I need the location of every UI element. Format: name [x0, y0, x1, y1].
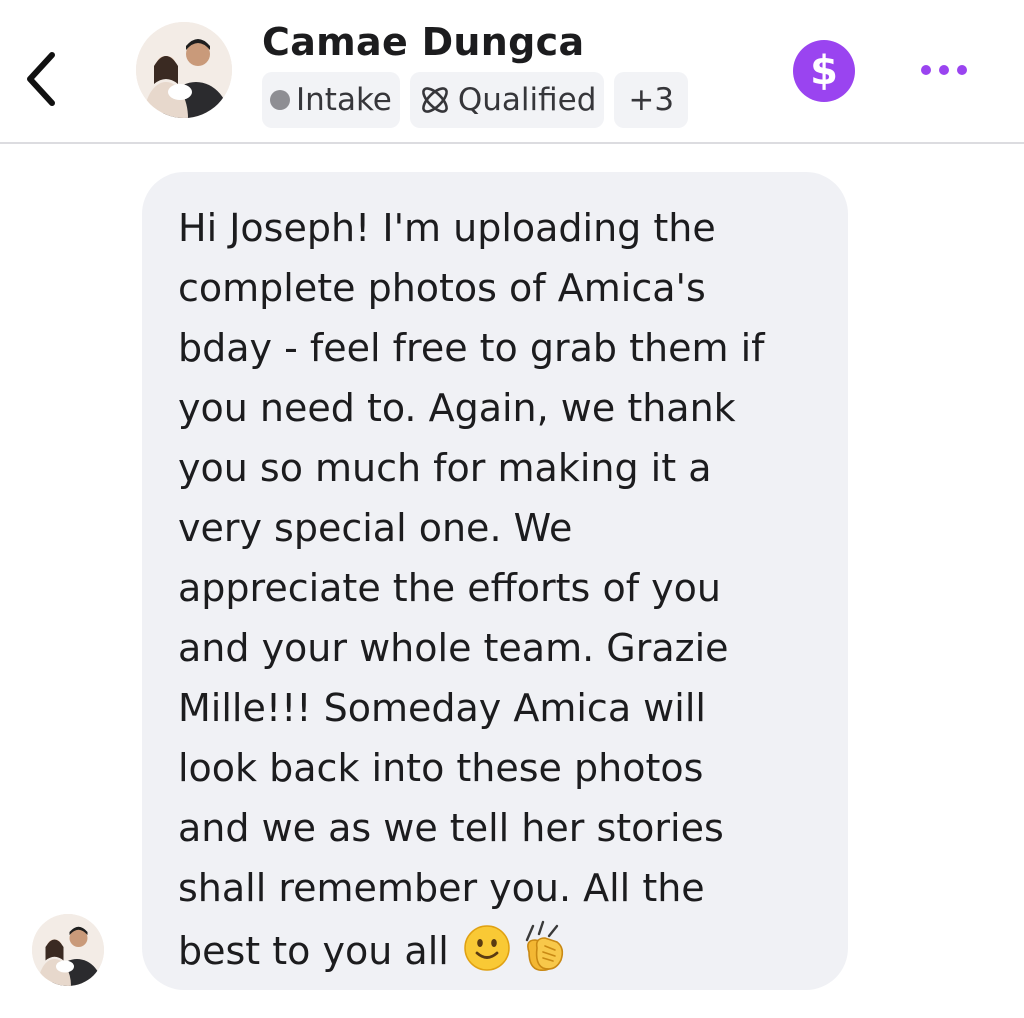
clapping-hands-icon [525, 920, 563, 972]
message-line: best to you all [178, 929, 449, 973]
tag-intake[interactable]: Intake [262, 72, 400, 128]
message-line: you so much for making it a [178, 446, 712, 490]
message-line: and your whole team. Grazie [178, 626, 729, 670]
message-line: shall remember you. All the [178, 866, 705, 910]
ellipsis-icon [957, 65, 967, 75]
more-options-button[interactable] [912, 52, 976, 88]
message-line: appreciate the efforts of you [178, 566, 721, 610]
atom-icon [422, 87, 448, 113]
message-line: bday - feel free to grab them if [178, 326, 765, 370]
tag-label: Intake [296, 82, 392, 118]
tag-more-count[interactable]: +3 [614, 72, 689, 128]
chevron-left-icon [27, 52, 55, 106]
contact-avatar[interactable] [136, 22, 232, 118]
tag-label: Qualified [457, 82, 597, 118]
ellipsis-icon [921, 65, 931, 75]
ellipsis-icon [939, 65, 949, 75]
message-line: complete photos of Amica's [178, 266, 706, 310]
message-line: look back into these photos [178, 746, 704, 790]
message-bubble[interactable]: Hi Joseph! I'm uploading the complete ph… [142, 172, 848, 990]
message-line: Mille!!! Someday Amica will [178, 686, 706, 730]
message-line: and we as we tell her stories [178, 806, 724, 850]
conversation-header: Camae Dungca Intake Qualified +3 $ [0, 0, 1024, 144]
tag-list: Intake Qualified +3 [262, 72, 689, 128]
back-button[interactable] [18, 48, 64, 110]
message-line: you need to. Again, we thank [178, 386, 736, 430]
slightly-smiling-face-icon [464, 925, 510, 971]
dollar-icon: $ [810, 48, 838, 94]
message-line: very special one. We [178, 506, 573, 550]
message-last-line: best to you all [178, 918, 848, 978]
message-line: Hi Joseph! I'm uploading the [178, 206, 716, 250]
payment-button[interactable]: $ [793, 40, 855, 102]
tag-label: +3 [628, 82, 675, 118]
tag-qualified[interactable]: Qualified [409, 72, 605, 128]
sender-avatar[interactable] [32, 914, 104, 986]
grey-dot-icon [270, 90, 290, 110]
contact-name: Camae Dungca [262, 20, 585, 64]
